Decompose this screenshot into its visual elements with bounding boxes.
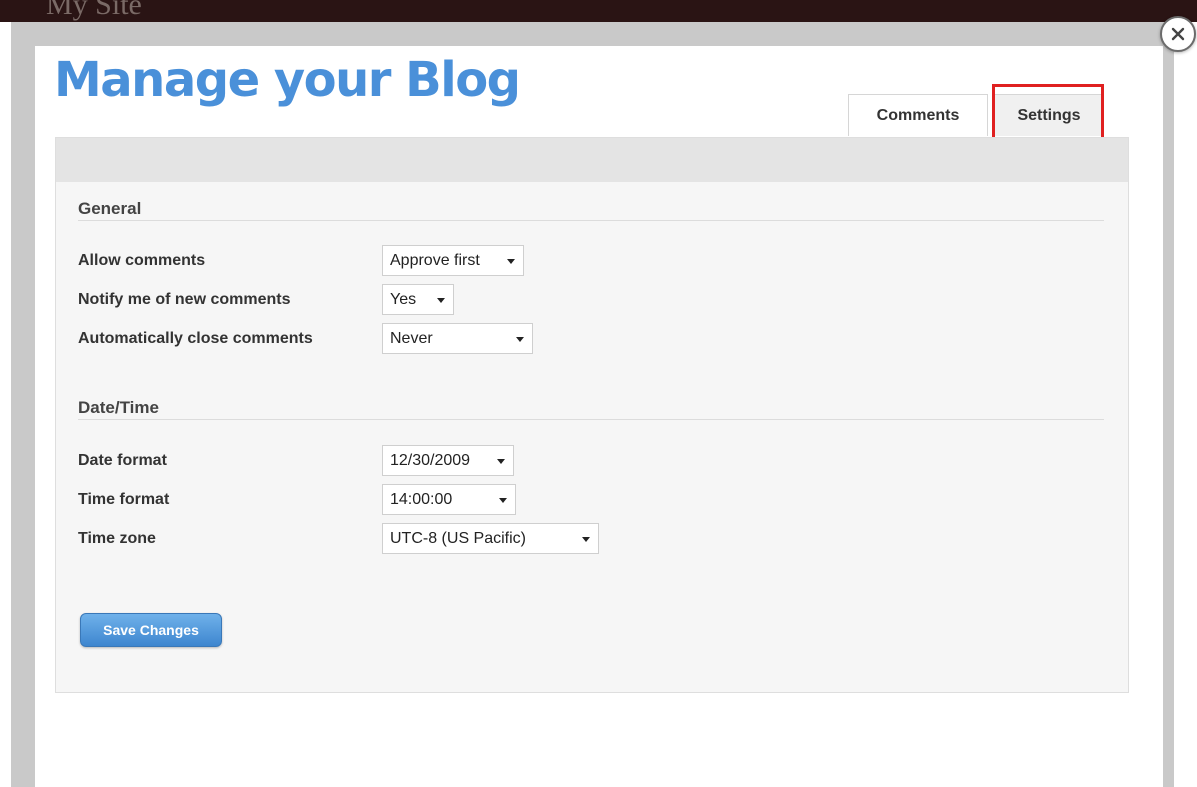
chevron-down-icon: [497, 459, 505, 464]
background-page-header: [0, 0, 1197, 22]
section-title-datetime: Date/Time: [78, 398, 159, 417]
chevron-down-icon: [499, 498, 507, 503]
date-format-select[interactable]: 12/30/2009: [382, 445, 514, 476]
chevron-down-icon: [437, 298, 445, 303]
auto-close-comments-select[interactable]: Never: [382, 323, 533, 354]
close-icon: [1171, 27, 1185, 41]
page-title: Manage your Blog: [54, 52, 521, 108]
allow-comments-select[interactable]: Approve first: [382, 245, 524, 276]
section-divider: [78, 220, 1104, 221]
time-format-select[interactable]: 14:00:00: [382, 484, 516, 515]
save-changes-button[interactable]: Save Changes: [80, 613, 222, 647]
chevron-down-icon: [582, 537, 590, 542]
chevron-down-icon: [507, 259, 515, 264]
auto-close-comments-value: Never: [390, 329, 433, 347]
auto-close-comments-label: Automatically close comments: [78, 330, 313, 347]
date-format-value: 12/30/2009: [390, 451, 471, 469]
chevron-down-icon: [516, 337, 524, 342]
panel-header-bar: [56, 138, 1128, 182]
time-zone-label: Time zone: [78, 530, 156, 547]
time-format-label: Time format: [78, 491, 170, 508]
close-button[interactable]: [1160, 16, 1196, 52]
background-site-title: My Site: [46, 0, 142, 21]
time-format-value: 14:00:00: [390, 490, 453, 508]
date-format-label: Date format: [78, 452, 167, 469]
notify-comments-label: Notify me of new comments: [78, 291, 291, 308]
time-zone-value: UTC-8 (US Pacific): [390, 529, 527, 547]
notify-comments-select[interactable]: Yes: [382, 284, 454, 315]
settings-tab-highlight: [992, 84, 1104, 142]
time-zone-select[interactable]: UTC-8 (US Pacific): [382, 523, 599, 554]
allow-comments-label: Allow comments: [78, 252, 206, 269]
section-title-general: General: [78, 199, 142, 218]
tab-comments[interactable]: Comments: [848, 94, 988, 136]
section-divider: [78, 419, 1104, 420]
allow-comments-value: Approve first: [390, 251, 480, 269]
notify-comments-value: Yes: [390, 290, 417, 308]
